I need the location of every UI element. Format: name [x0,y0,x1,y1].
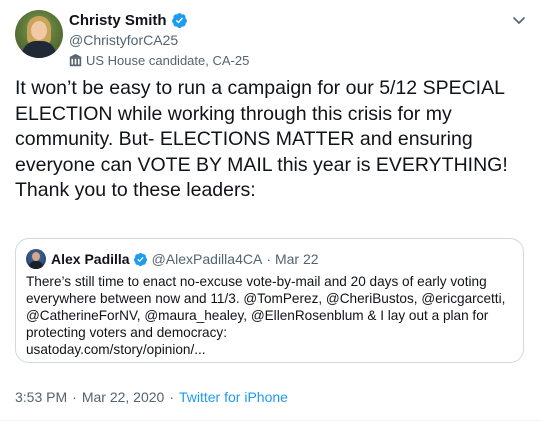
author-name-row: Christy Smith [69,10,249,30]
quoted-avatar-body [29,261,43,269]
tweet-meta: 3:53 PM · Mar 22, 2020 · Twitter for iPh… [15,388,288,406]
tweet-text-line: community. But- ELECTIONS MATTER and ens… [15,128,473,150]
quoted-text-line: usatoday.com/story/opinion/... [26,342,206,357]
building-icon [69,53,82,66]
tweet-date[interactable]: Mar 22, 2020 [82,389,165,405]
account-label: US House candidate, CA-25 [69,52,249,68]
quoted-tweet-header: Alex Padilla @AlexPadilla4CA · Mar 22 [26,249,319,269]
avatar-body [22,41,56,58]
quoted-author-avatar [26,249,46,269]
author-avatar[interactable] [15,10,63,58]
quoted-tweet-date: Mar 22 [274,251,319,267]
tweet-text: It won’t be easy to run a campaign for o… [15,76,530,204]
chevron-down-icon[interactable] [511,12,527,28]
quoted-author-handle: @AlexPadilla4CA [151,251,263,267]
tweet-text-line: ELECTION while working through this cris… [15,102,452,125]
separator-dot: · [72,389,77,405]
tweet-time[interactable]: 3:53 PM [15,389,67,405]
separator-dot: · [169,389,174,405]
author-handle[interactable]: @ChristyforCA25 [69,31,249,49]
quoted-tweet[interactable]: Alex Padilla @AlexPadilla4CA · Mar 22 Th… [15,238,524,363]
quoted-text-line: everywhere between now and 11/3. @TomPer… [26,291,506,306]
author-block: Christy Smith @ChristyforCA25 US House c… [69,10,249,68]
tweet-card: Christy Smith @ChristyforCA25 US House c… [0,0,541,421]
quoted-avatar-face [32,252,40,261]
verified-badge-icon [171,12,187,28]
tweet-source-link[interactable]: Twitter for iPhone [179,389,288,405]
author-display-name[interactable]: Christy Smith [69,12,167,29]
quoted-text-line: @CatherineForNV, @maura_healey, @EllenRo… [26,308,489,323]
account-label-text: US House candidate, CA-25 [86,52,250,68]
tweet-text-line: Thank you to these leaders: [15,179,256,201]
separator-dot: · [266,251,271,267]
tweet-text-line: everyone can VOTE BY MAIL this year is E… [15,153,508,176]
quoted-tweet-text: There’s still time to enact no-excuse vo… [26,273,516,358]
quoted-author-name: Alex Padilla [51,251,130,267]
verified-badge-icon [133,252,147,266]
tweet-text-line: It won’t be easy to run a campaign for o… [15,77,505,99]
quoted-text-line: protecting voters and democracy: [26,325,227,340]
avatar-face [31,21,47,40]
quoted-text-line: There’s still time to enact no-excuse vo… [26,274,487,289]
